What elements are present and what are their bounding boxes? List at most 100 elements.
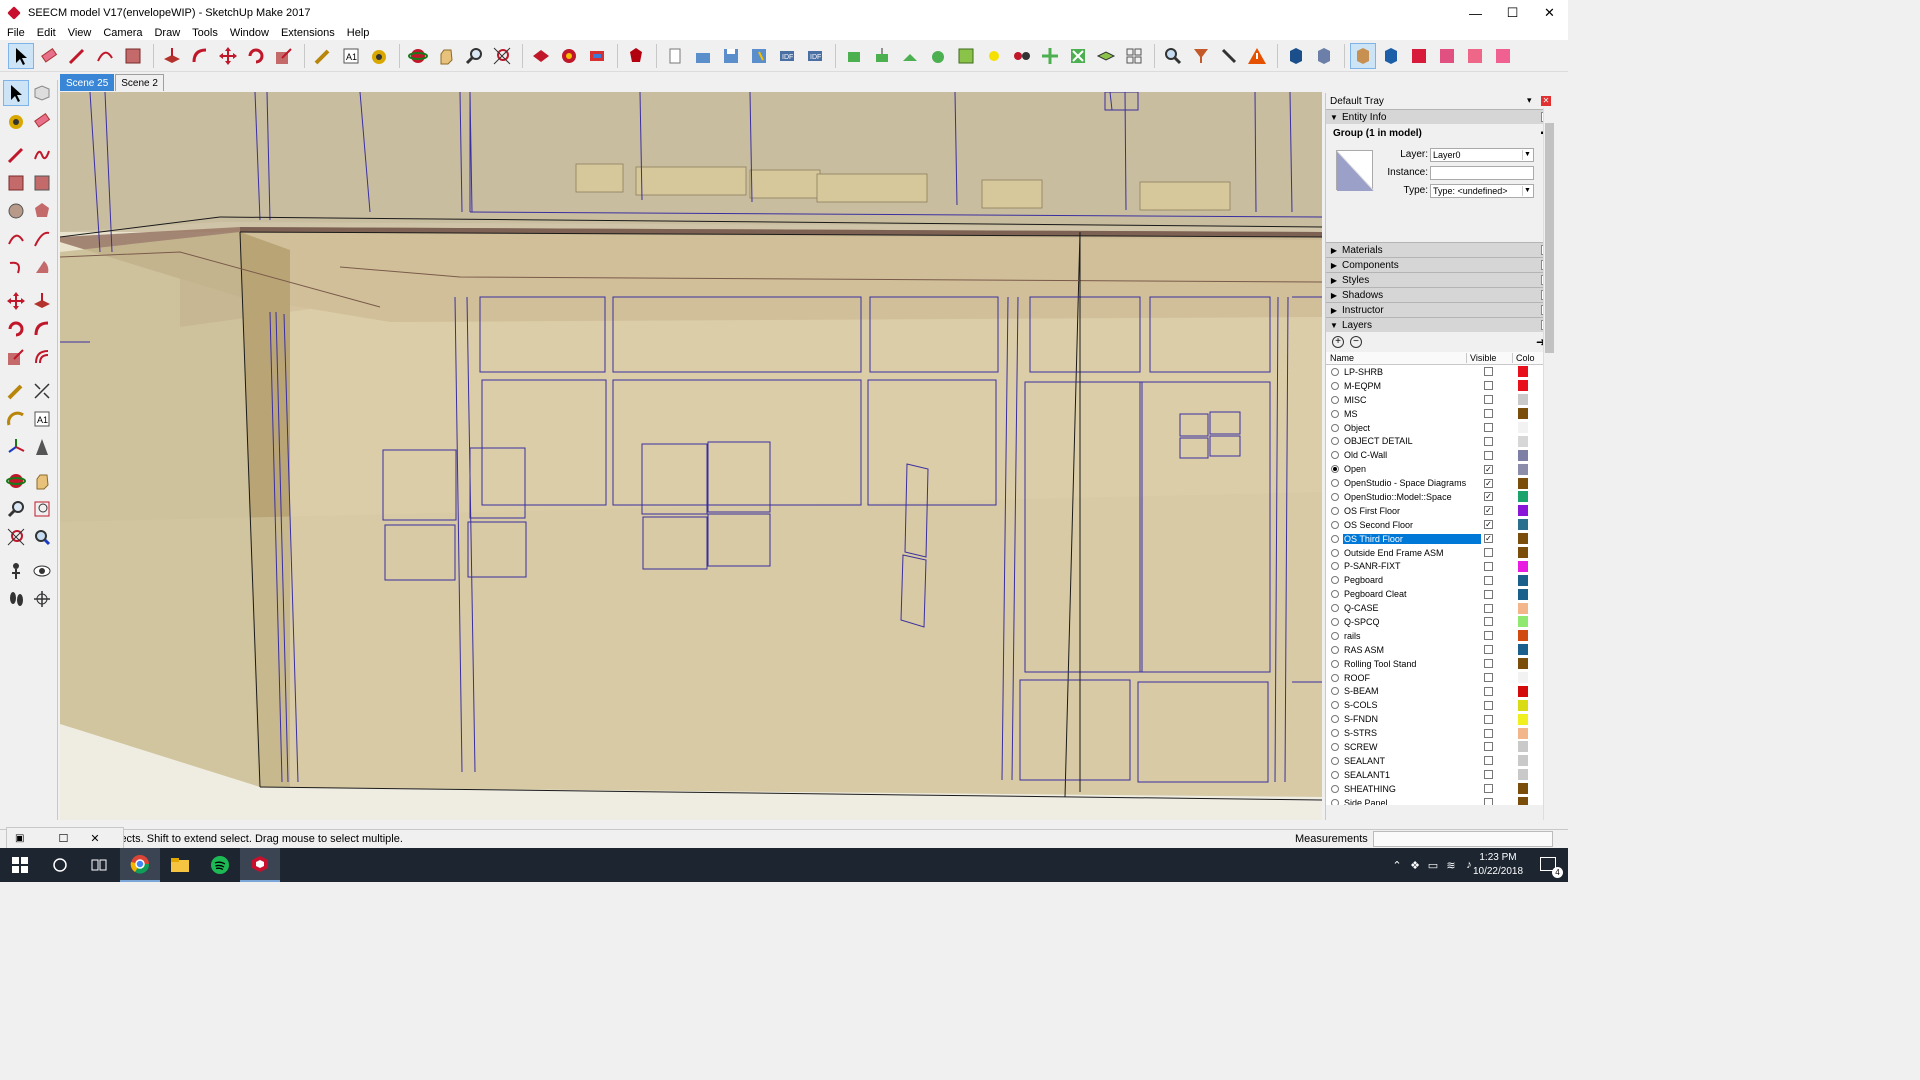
active-layer-radio[interactable]: [1331, 381, 1339, 390]
layer-row[interactable]: Pegboard Cleat: [1326, 587, 1554, 601]
pan-tool[interactable]: [29, 468, 55, 494]
layer-name[interactable]: OS Second Floor: [1343, 520, 1481, 530]
polygon-tool[interactable]: [29, 198, 55, 224]
layer-color-swatch[interactable]: [1518, 408, 1528, 420]
render-by-space-type-button[interactable]: [1350, 43, 1376, 69]
new-light-button[interactable]: [981, 43, 1007, 69]
layer-color-swatch[interactable]: [1518, 741, 1528, 753]
layer-row[interactable]: MS: [1326, 407, 1554, 421]
dimension-tool[interactable]: [29, 378, 55, 404]
restore-icon[interactable]: ☐: [58, 832, 68, 845]
tape-measure-tool[interactable]: [3, 378, 29, 404]
rotate-tool-button[interactable]: [243, 43, 269, 69]
layer-row[interactable]: MISC: [1326, 393, 1554, 407]
panel-entity-info-header[interactable]: ▼ Entity Info ×: [1326, 109, 1554, 124]
zoom-extents-tool-button[interactable]: [489, 43, 515, 69]
model-viewport[interactable]: [60, 92, 1322, 820]
active-layer-radio[interactable]: [1331, 673, 1339, 682]
orbit-tool-button[interactable]: [405, 43, 431, 69]
layer-color-swatch[interactable]: [1518, 699, 1528, 711]
active-layer-radio[interactable]: [1331, 729, 1339, 738]
zoom-tool[interactable]: [3, 496, 29, 522]
layer-name[interactable]: OS First Floor: [1343, 506, 1481, 516]
layer-color-swatch[interactable]: [1518, 685, 1528, 697]
warning-button[interactable]: [1244, 43, 1270, 69]
layer-color-swatch[interactable]: [1518, 574, 1528, 586]
active-layer-radio[interactable]: [1331, 562, 1339, 571]
move-tool-button[interactable]: [215, 43, 241, 69]
line-tool-button[interactable]: [64, 43, 90, 69]
layer-row[interactable]: Open ✓: [1326, 462, 1554, 476]
layer-row[interactable]: ROOF: [1326, 671, 1554, 685]
layer-name[interactable]: S-BEAM: [1343, 686, 1481, 696]
scale-tool-button[interactable]: [271, 43, 297, 69]
layer-visible-checkbox[interactable]: [1484, 589, 1493, 599]
previous-view-tool[interactable]: [29, 524, 55, 550]
layer-row[interactable]: Outside End Frame ASM: [1326, 546, 1554, 560]
active-layer-radio[interactable]: [1331, 742, 1339, 751]
active-layer-radio[interactable]: [1331, 492, 1339, 501]
minimize-button[interactable]: —: [1457, 0, 1494, 26]
close-icon[interactable]: ✕: [90, 832, 99, 845]
orbit-tool[interactable]: [3, 468, 29, 494]
layer-row[interactable]: M-EQPM: [1326, 379, 1554, 393]
sketchup-taskbar-button[interactable]: [240, 848, 280, 882]
active-layer-radio[interactable]: [1331, 548, 1339, 557]
layer-name[interactable]: OS Third Floor: [1343, 533, 1481, 544]
battery-icon[interactable]: ▭: [1424, 848, 1442, 882]
active-layer-radio[interactable]: [1331, 590, 1339, 599]
layer-visible-checkbox[interactable]: ✓: [1484, 534, 1493, 544]
openstudio-new-button[interactable]: [662, 43, 688, 69]
layer-name[interactable]: SEALANT1: [1343, 770, 1481, 780]
layer-name[interactable]: Pegboard: [1343, 575, 1481, 585]
active-layer-radio[interactable]: [1331, 423, 1339, 432]
layer-color-swatch[interactable]: [1518, 727, 1528, 739]
explorer-taskbar-button[interactable]: [160, 848, 200, 882]
close-button[interactable]: ✕: [1531, 0, 1568, 26]
layer-visible-checkbox[interactable]: [1484, 381, 1493, 391]
layer-name[interactable]: SHEATHING: [1343, 784, 1481, 794]
layer-color-swatch[interactable]: [1518, 519, 1528, 531]
layer-row[interactable]: SCREW: [1326, 740, 1554, 754]
position-camera-tool[interactable]: [3, 558, 29, 584]
delete-layer-button[interactable]: −: [1350, 336, 1362, 348]
eyedropper-button[interactable]: [1216, 43, 1242, 69]
clock[interactable]: 1:23 PM 10/22/2018: [1472, 851, 1524, 879]
layer-name[interactable]: S-STRS: [1343, 728, 1481, 738]
layer-name[interactable]: Pegboard Cleat: [1343, 589, 1481, 599]
layer-row[interactable]: Side Panel: [1326, 796, 1554, 805]
layer-color-swatch[interactable]: [1518, 769, 1528, 781]
openstudio-open-button[interactable]: [690, 43, 716, 69]
offset-tool[interactable]: [29, 344, 55, 370]
cortana-button[interactable]: [40, 848, 80, 882]
openstudio-saveas-button[interactable]: [746, 43, 772, 69]
layer-row[interactable]: OS Second Floor ✓: [1326, 518, 1554, 532]
layer-row[interactable]: Rolling Tool Stand: [1326, 657, 1554, 671]
layer-select[interactable]: Layer0 ▼: [1430, 148, 1534, 162]
layer-color-swatch[interactable]: [1518, 644, 1528, 656]
circle-tool[interactable]: [3, 198, 29, 224]
import-idf-button[interactable]: IDF: [774, 43, 800, 69]
layer-color-swatch[interactable]: [1518, 797, 1528, 805]
make-component-tool[interactable]: [29, 80, 55, 106]
layer-row[interactable]: OBJECT DETAIL: [1326, 434, 1554, 448]
new-shading-button[interactable]: [869, 43, 895, 69]
layer-visible-checkbox[interactable]: [1484, 700, 1493, 710]
push-pull-tool[interactable]: [29, 288, 55, 314]
layer-name[interactable]: MISC: [1343, 395, 1481, 405]
active-layer-radio[interactable]: [1331, 395, 1339, 404]
layer-row[interactable]: S-COLS: [1326, 698, 1554, 712]
layer-color-swatch[interactable]: [1518, 672, 1528, 684]
rectangle-tool-button[interactable]: [120, 43, 146, 69]
layer-name[interactable]: P-SANR-FIXT: [1343, 561, 1481, 571]
active-layer-radio[interactable]: [1331, 659, 1339, 668]
active-layer-radio[interactable]: [1331, 409, 1339, 418]
layer-color-swatch[interactable]: [1518, 449, 1528, 461]
active-layer-radio[interactable]: [1331, 701, 1339, 710]
panel-materials-header[interactable]: ▶ Materials ×: [1326, 242, 1554, 257]
layer-name[interactable]: S-FNDN: [1343, 714, 1481, 724]
active-layer-radio[interactable]: [1331, 604, 1339, 613]
new-space-button[interactable]: [841, 43, 867, 69]
inspector-button[interactable]: [1121, 43, 1147, 69]
paint-bucket-tool[interactable]: [3, 108, 29, 134]
